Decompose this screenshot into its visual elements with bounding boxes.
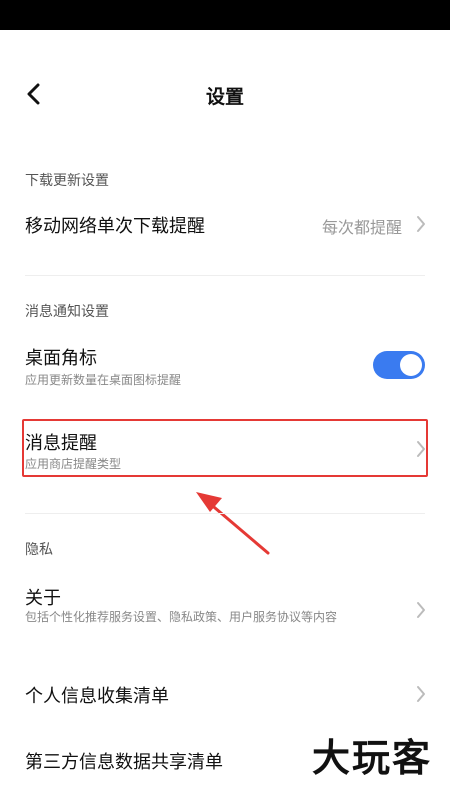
section-label-notification: 消息通知设置 — [25, 304, 109, 320]
desktop-badge-toggle[interactable] — [373, 351, 425, 379]
row-title: 桌面角标 — [25, 348, 97, 369]
row-title: 第三方信息数据共享清单 — [25, 752, 223, 773]
chevron-right-icon — [414, 214, 428, 234]
row-subtitle: 应用更新数量在桌面图标提醒 — [25, 373, 182, 387]
watermark: 大玩客 — [311, 736, 432, 780]
about-row[interactable]: 关于 包括个性化推荐服务设置、隐私政策、用户服务协议等内容 — [0, 580, 450, 646]
row-title: 移动网络单次下载提醒 — [25, 216, 205, 237]
section-label-privacy: 隐私 — [25, 542, 53, 558]
row-value: 每次都提醒 — [321, 218, 402, 237]
page-title: 设置 — [205, 86, 244, 108]
toggle-knob — [400, 354, 422, 376]
status-bar — [0, 0, 450, 30]
desktop-badge-row: 桌面角标 应用更新数量在桌面图标提醒 — [0, 340, 450, 392]
row-title: 个人信息收集清单 — [25, 686, 169, 707]
row-title: 关于 — [25, 588, 61, 609]
chevron-right-icon — [414, 684, 428, 704]
divider — [25, 513, 425, 514]
section-label-download: 下载更新设置 — [25, 173, 109, 189]
divider — [25, 275, 425, 276]
mobile-download-prompt-row[interactable]: 移动网络单次下载提醒 每次都提醒 — [0, 200, 450, 248]
row-subtitle: 应用商店提醒类型 — [25, 457, 122, 471]
header: 设置 — [0, 70, 450, 118]
chevron-right-icon — [414, 439, 428, 459]
personal-info-list-row[interactable]: 个人信息收集清单 — [0, 672, 450, 716]
row-title: 消息提醒 — [25, 433, 97, 454]
message-reminder-row[interactable]: 消息提醒 应用商店提醒类型 — [0, 421, 450, 475]
row-subtitle: 包括个性化推荐服务设置、隐私政策、用户服务协议等内容 — [25, 610, 338, 624]
chevron-right-icon — [414, 600, 428, 620]
